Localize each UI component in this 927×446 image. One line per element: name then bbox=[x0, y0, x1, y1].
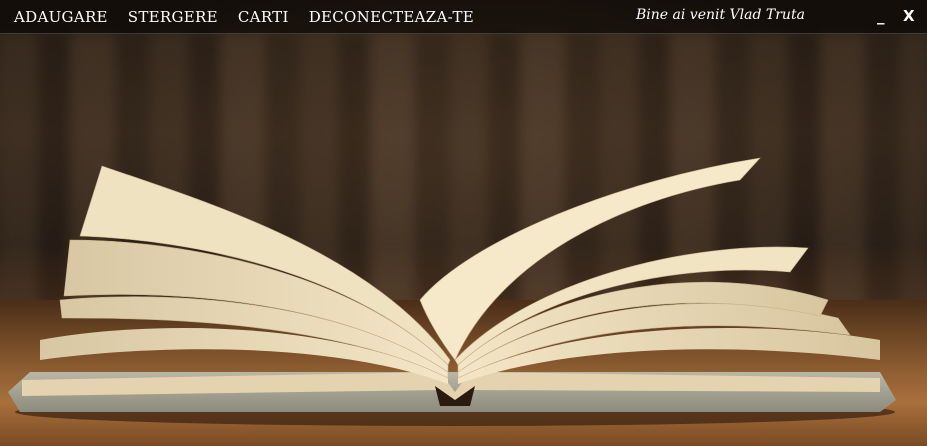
menu-item-deconecteaza-te[interactable]: DECONECTEAZA-TE bbox=[309, 8, 474, 26]
menu-item-stergere[interactable]: STERGERE bbox=[128, 8, 218, 26]
menu-item-adaugare[interactable]: ADAUGARE bbox=[14, 8, 108, 26]
main-window: ADAUGARE STERGERE CARTI DECONECTEAZA-TE … bbox=[0, 0, 927, 446]
top-menu-bar: ADAUGARE STERGERE CARTI DECONECTEAZA-TE … bbox=[0, 0, 927, 34]
open-book-image bbox=[8, 157, 896, 426]
close-button[interactable]: X bbox=[903, 6, 915, 26]
minimize-button[interactable]: _ bbox=[877, 6, 885, 26]
menu-item-carti[interactable]: CARTI bbox=[238, 8, 289, 26]
welcome-message: Bine ai venit Vlad Truta bbox=[636, 7, 805, 23]
